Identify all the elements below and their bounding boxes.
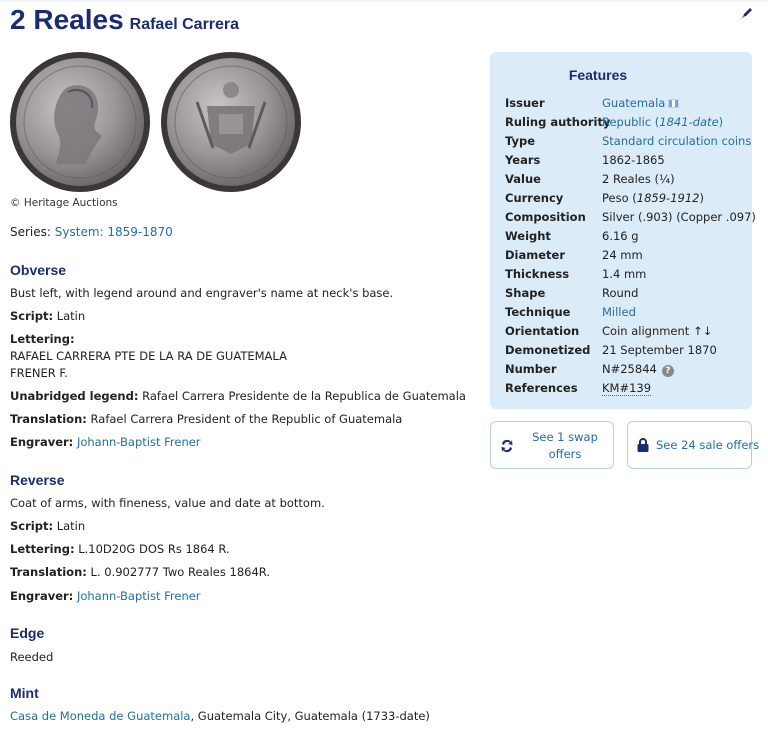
series-link[interactable]: System: 1859-1870 bbox=[55, 225, 173, 239]
page-title: 2 Reales Rafael Carrera bbox=[10, 4, 239, 36]
obverse-unabridged: Unabridged legend: Rafael Carrera Presid… bbox=[10, 389, 466, 403]
flag-icon bbox=[668, 99, 680, 108]
obverse-description: Bust left, with legend around and engrav… bbox=[10, 286, 394, 300]
technique-link[interactable]: Milled bbox=[602, 305, 636, 319]
mint-heading: Mint bbox=[10, 685, 39, 701]
reverse-description: Coat of arms, with fineness, value and d… bbox=[10, 496, 325, 510]
features-panel: Features Issuer Guatemala Ruling authori… bbox=[490, 52, 756, 409]
ruling-authority-link[interactable]: Republic (1841-date) bbox=[602, 115, 723, 129]
obverse-heading: Obverse bbox=[10, 262, 67, 278]
type-link[interactable]: Standard circulation coins bbox=[602, 134, 751, 148]
obverse-translation: Translation: Rafael Carrera President of… bbox=[10, 412, 403, 426]
reverse-heading: Reverse bbox=[10, 472, 65, 488]
sale-offers-label: See 24 sale offers bbox=[656, 438, 760, 452]
series-line: Series: System: 1859-1870 bbox=[10, 225, 173, 239]
obverse-script: Script: Latin bbox=[10, 309, 86, 323]
sale-offers-button[interactable]: See 24 sale offers bbox=[627, 421, 759, 469]
edge-heading: Edge bbox=[10, 625, 45, 641]
bust-icon bbox=[23, 65, 137, 179]
swap-offers-label: See 1 swap offers bbox=[532, 430, 598, 461]
reverse-lettering: Lettering: L.10D20G DOS Rs 1864 R. bbox=[10, 542, 230, 556]
obverse-lettering-line1: RAFAEL CARRERA PTE DE LA RA DE GUATEMALA bbox=[10, 349, 287, 363]
features-heading: Features bbox=[568, 67, 628, 83]
swap-offers-button[interactable]: See 1 swap offers bbox=[490, 421, 614, 469]
reverse-coin-image[interactable] bbox=[161, 52, 301, 192]
coin-subtitle: Rafael Carrera bbox=[129, 16, 240, 33]
references-value[interactable]: KM#139 bbox=[602, 381, 652, 396]
obverse-engraver-link[interactable]: Johann-Baptist Frener bbox=[77, 435, 201, 449]
obverse-coin-image[interactable] bbox=[10, 52, 150, 192]
obverse-lettering-line2: FRENER F. bbox=[10, 366, 68, 380]
coin-title: 2 Reales bbox=[10, 4, 124, 35]
reverse-translation: Translation: L. 0.902777 Two Reales 1864… bbox=[10, 565, 271, 579]
obverse-engraver: Engraver: Johann-Baptist Frener bbox=[10, 435, 201, 449]
series-label: Series: bbox=[10, 225, 51, 239]
coat-of-arms-icon bbox=[174, 65, 288, 179]
image-credit: © Heritage Auctions bbox=[10, 197, 118, 209]
issuer-link[interactable]: Guatemala bbox=[602, 96, 665, 110]
reverse-script: Script: Latin bbox=[10, 519, 86, 533]
pencil-icon[interactable] bbox=[740, 6, 754, 20]
swap-icon bbox=[501, 439, 513, 453]
top-divider bbox=[0, 0, 768, 2]
question-icon[interactable]: ? bbox=[661, 365, 674, 377]
reverse-engraver: Engraver: Johann-Baptist Frener bbox=[10, 589, 201, 603]
lock-icon bbox=[637, 438, 649, 452]
edge-value: Reeded bbox=[10, 650, 54, 664]
mint-line: Casa de Moneda de Guatemala, Guatemala C… bbox=[10, 709, 430, 723]
reverse-engraver-link[interactable]: Johann-Baptist Frener bbox=[77, 589, 201, 603]
mint-link[interactable]: Casa de Moneda de Guatemala bbox=[10, 709, 190, 723]
obverse-lettering-label: Lettering: bbox=[10, 332, 75, 346]
